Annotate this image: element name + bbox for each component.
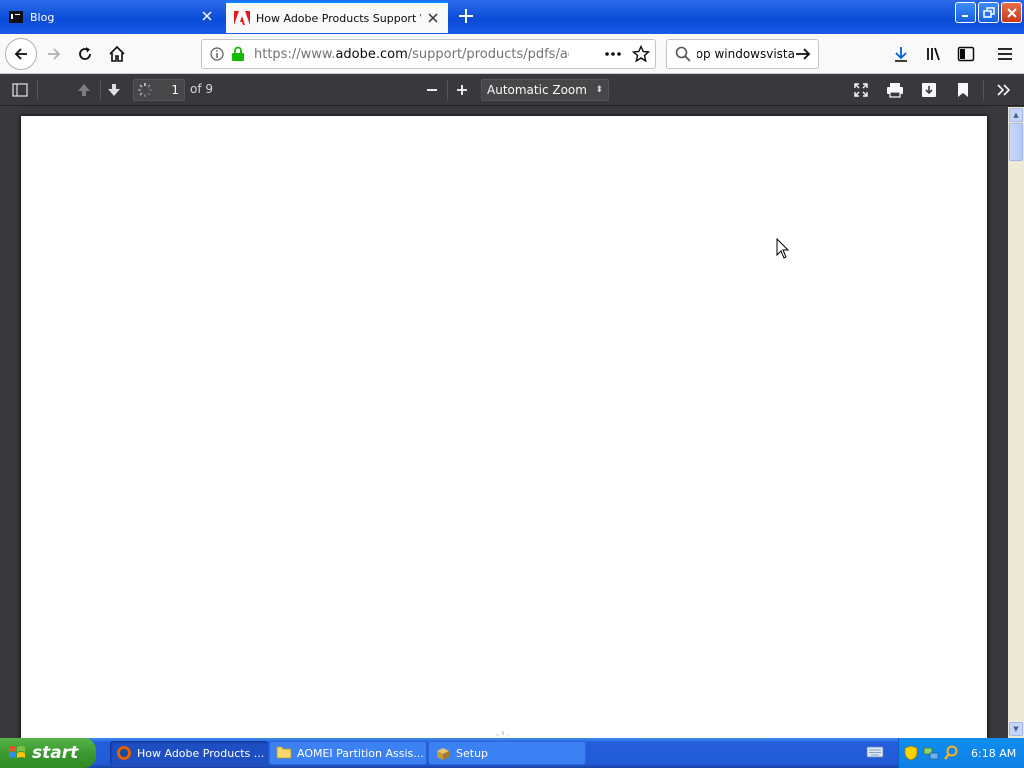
- taskbar-item-label: Setup: [456, 746, 489, 760]
- pdf-viewer-container[interactable]: [0, 107, 1008, 738]
- url-bar[interactable]: https://www.adobe.com/support/products/p…: [201, 39, 656, 69]
- url-host: adobe.com: [335, 47, 408, 62]
- url-path: /support/products/pdfs/adobe_: [407, 47, 569, 62]
- scroll-up-icon[interactable]: ▲: [1009, 108, 1023, 122]
- new-tab-icon[interactable]: [456, 6, 476, 26]
- window-controls: [955, 2, 1022, 23]
- taskbar-item-label: AOMEI Partition Assis...: [297, 746, 424, 760]
- system-tray: 6:18 AM: [898, 738, 1024, 768]
- navigation-toolbar: https://www.adobe.com/support/products/p…: [0, 34, 1024, 74]
- print-icon[interactable]: [885, 80, 905, 100]
- pdf-page: [21, 116, 987, 738]
- close-window-icon[interactable]: [1001, 2, 1022, 23]
- zoom-out-icon[interactable]: [422, 80, 442, 100]
- lock-icon[interactable]: [227, 42, 249, 66]
- clock: 6:18 AM: [971, 746, 1017, 760]
- bookmark-icon[interactable]: [953, 80, 973, 100]
- toggle-sidebar-icon[interactable]: [10, 80, 30, 100]
- search-go-icon[interactable]: [791, 42, 815, 66]
- taskbar-item-aomei[interactable]: AOMEI Partition Assis...: [269, 741, 427, 765]
- setup-box-icon: [435, 745, 451, 761]
- adobe-favicon-icon: [234, 10, 250, 26]
- page-number-value: 1: [171, 83, 179, 97]
- loading-spinner-icon: [137, 82, 153, 104]
- taskbar-item-firefox[interactable]: How Adobe Products ...: [110, 741, 268, 765]
- search-bar[interactable]: adobe photoshop windowsvista: [666, 39, 819, 69]
- zoom-select-value: Automatic Zoom: [487, 83, 587, 97]
- restore-icon[interactable]: [978, 2, 999, 23]
- back-icon[interactable]: [5, 38, 37, 70]
- tab-title: Blog: [30, 10, 55, 24]
- taskbar-item-setup[interactable]: Setup: [428, 741, 586, 765]
- search-input[interactable]: adobe photoshop windowsvista: [697, 47, 795, 61]
- close-tab-icon[interactable]: [426, 11, 440, 25]
- tab-blog[interactable]: Blog: [0, 1, 222, 33]
- search-tray-icon[interactable]: [943, 745, 959, 761]
- presentation-mode-icon[interactable]: [851, 80, 871, 100]
- home-icon[interactable]: [103, 40, 131, 68]
- language-bar-keyboard-icon[interactable]: [866, 745, 884, 761]
- scroll-down-icon[interactable]: ▼: [1009, 722, 1023, 736]
- select-arrows-icon: ⬍: [595, 85, 603, 95]
- security-shield-icon[interactable]: [903, 745, 919, 761]
- tab-adobe[interactable]: How Adobe Products Support Windows Vista: [226, 1, 448, 33]
- reload-icon[interactable]: [71, 40, 99, 68]
- search-icon: [671, 42, 695, 66]
- taskbar: start How Adobe Products ... AOMEI Parti…: [0, 738, 1024, 768]
- page-number-input[interactable]: 1: [133, 79, 185, 101]
- taskbar-item-label: How Adobe Products ...: [137, 746, 265, 760]
- url-prefix: https://www.: [254, 47, 336, 62]
- info-icon[interactable]: [206, 42, 228, 66]
- network-icon[interactable]: [923, 745, 939, 761]
- minimize-icon[interactable]: [955, 2, 976, 23]
- pdf-toolbar: 1 of 9 Automatic Zoom ⬍: [0, 74, 1024, 106]
- save-download-icon[interactable]: [919, 80, 939, 100]
- toolbar-divider: [447, 80, 448, 100]
- start-label: start: [32, 743, 79, 763]
- toolbar-divider: [37, 80, 38, 100]
- close-tab-icon[interactable]: [200, 9, 214, 23]
- page-actions-icon[interactable]: [600, 41, 626, 67]
- tab-strip: Blog How Adobe Products Support Windows …: [0, 0, 1024, 34]
- blog-favicon-icon: [8, 9, 24, 25]
- zoom-in-icon[interactable]: [452, 80, 472, 100]
- mouse-cursor-icon: [776, 237, 790, 260]
- toolbar-divider: [100, 80, 101, 100]
- forward-icon[interactable]: [40, 40, 68, 68]
- start-button[interactable]: start: [0, 738, 96, 768]
- tools-chevron-icon[interactable]: [994, 80, 1014, 100]
- windows-logo-icon: [8, 744, 26, 762]
- previous-page-icon[interactable]: [74, 80, 94, 100]
- next-page-icon[interactable]: [104, 80, 124, 100]
- scrollbar-thumb[interactable]: [1009, 123, 1023, 161]
- page-count: of 9: [190, 82, 214, 96]
- tab-title: How Adobe Products Support Windows Vista: [256, 11, 421, 25]
- menu-icon[interactable]: [991, 40, 1019, 68]
- zoom-select[interactable]: Automatic Zoom ⬍: [481, 79, 609, 101]
- sidebar-icon[interactable]: [952, 40, 980, 68]
- bookmark-star-icon[interactable]: [628, 41, 654, 67]
- library-icon[interactable]: [920, 40, 948, 68]
- firefox-icon: [116, 745, 132, 761]
- toolbar-divider: [983, 80, 984, 100]
- downloads-icon[interactable]: [887, 40, 915, 68]
- vertical-scrollbar[interactable]: ▲ ▼: [1008, 107, 1024, 738]
- url-text[interactable]: https://www.adobe.com/support/products/p…: [254, 47, 569, 62]
- folder-icon: [276, 745, 292, 761]
